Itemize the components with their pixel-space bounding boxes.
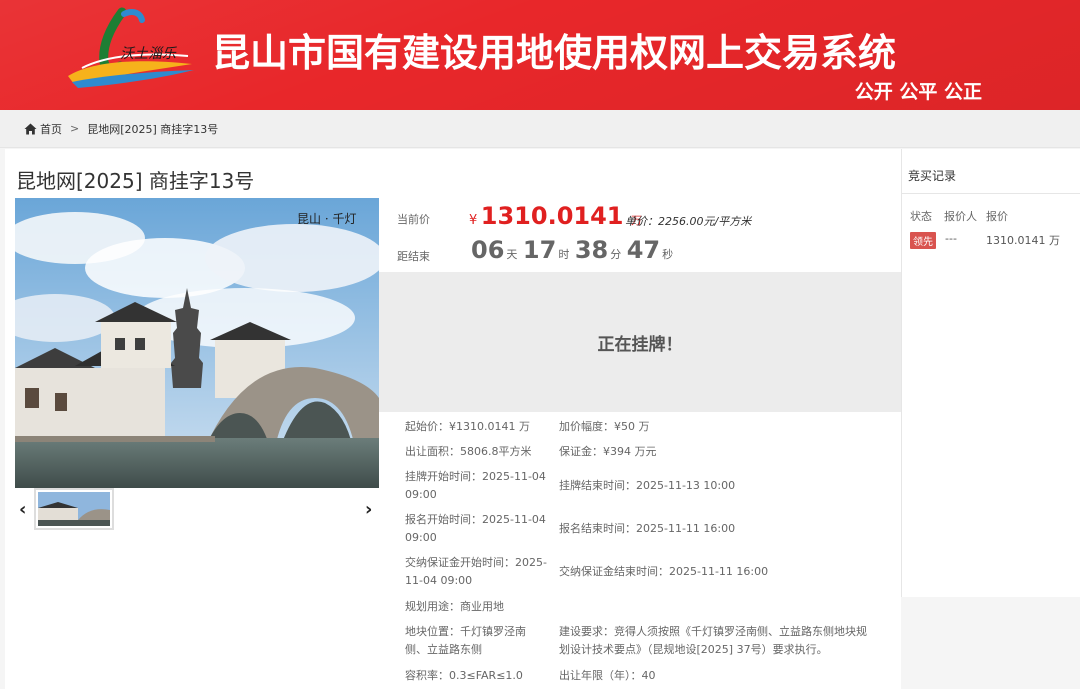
detail-listing-start: 挂牌开始时间：2025-11-04 09:00 (405, 470, 546, 501)
detail-far: 容积率：0.3≤FAR≤1.0 (405, 669, 523, 682)
price-area: 当前价 ¥ 1310.0141 万 单价：2256.00元/平方米 距结束 06… (379, 198, 901, 276)
countdown-days-unit: 天 (506, 248, 518, 261)
current-price-label: 当前价 (397, 213, 430, 226)
detail-term: 出让年限（年）：40 (559, 669, 656, 682)
chevron-right-icon[interactable]: › (365, 499, 372, 520)
bid-record-title: 竞买记录 (908, 169, 957, 183)
countdown-days: 06 (471, 236, 505, 264)
home-icon[interactable] (24, 123, 37, 135)
detail-start-price: 起始价：¥1310.0141 万 (405, 420, 530, 433)
detail-bid-increment: 加价幅度：¥50 万 (559, 420, 650, 433)
listing-status: 正在挂牌！ (597, 334, 683, 355)
detail-signup-start: 报名开始时间：2025-11-04 09:00 (405, 513, 546, 544)
countdown-hours: 17 (522, 236, 557, 264)
countdown-seconds-unit: 秒 (662, 248, 674, 261)
status-badge: 领先 (910, 232, 936, 249)
bid-header-status: 状态 (910, 210, 932, 223)
detail-location: 地块位置：千灯镇罗泾南侧、立益路东侧 (405, 625, 526, 656)
bid-row-bidder: --- (945, 232, 957, 245)
site-slogan: 公开 公平 公正 (854, 81, 982, 103)
countdown-minutes-unit: 分 (610, 248, 622, 261)
unit-price: 单价：2256.00元/平方米 (625, 215, 752, 228)
divider (902, 193, 1080, 194)
bid-header-bidder: 报价人 (944, 210, 977, 223)
gallery-thumbnail[interactable] (34, 488, 114, 530)
logo-text: 沃土淄乐 (120, 46, 177, 62)
currency-symbol: ¥ (469, 213, 478, 228)
detail-deposit-end: 交纳保证金结束时间：2025-11-11 16:00 (559, 565, 769, 578)
page-title: 昆地网[2025] 商挂字13号 (16, 169, 255, 193)
detail-listing-end: 挂牌结束时间：2025-11-13 10:00 (559, 479, 736, 492)
countdown-seconds: 47 (626, 236, 661, 264)
bid-row-price: 1310.0141 万 (986, 234, 1060, 247)
listing-panel: 昆地网[2025] 商挂字13号 昆山 · 千灯 ‹ › 当前价 ¥ 1310.… (5, 149, 901, 689)
breadcrumb-separator: > (70, 122, 80, 135)
detail-signup-end: 报名结束时间：2025-11-11 16:00 (559, 522, 736, 535)
detail-area: 出让面积：5806.8平方米 (405, 445, 532, 458)
site-title: 昆山市国有建设用地使用权网上交易系统 (212, 31, 897, 75)
header-banner: 沃土淄乐 昆山市国有建设用地使用权网上交易系统 公开 公平 公正 (0, 0, 1080, 110)
bid-record-panel: 竞买记录 状态 报价人 报价 领先 --- 1310.0141 万 (901, 149, 1080, 597)
countdown-label: 距结束 (397, 250, 430, 263)
breadcrumb-home-link[interactable]: 首页 (40, 121, 62, 137)
bid-header-price: 报价 (986, 210, 1008, 223)
breadcrumb: 首页 > 昆地网[2025] 商挂字13号 (0, 110, 1080, 148)
detail-deposit-start: 交纳保证金开始时间：2025-11-04 09:00 (405, 556, 547, 587)
current-price-value: 1310.0141 (480, 202, 624, 230)
photo-caption: 昆山 · 千灯 (297, 212, 357, 226)
current-price: ¥ 1310.0141 万 (469, 202, 642, 230)
detail-requirements: 建设要求：竞得人须按照《千灯镇罗泾南侧、立益路东侧地块规划设计技术要点》（昆规地… (559, 625, 867, 656)
thumbnail-image (38, 492, 110, 526)
detail-land-use: 规划用途：商业用地 (405, 600, 504, 613)
chevron-left-icon[interactable]: ‹ (19, 499, 26, 520)
countdown-minutes: 38 (574, 236, 609, 264)
listing-photo[interactable] (15, 198, 379, 488)
listing-status-box: 正在挂牌！ (379, 272, 901, 412)
detail-deposit: 保证金：¥394 万元 (559, 445, 657, 458)
countdown-hours-unit: 时 (558, 248, 570, 261)
countdown: 06 天 17 时 38 分 47 秒 (471, 236, 675, 264)
breadcrumb-current: 昆地网[2025] 商挂字13号 (87, 122, 219, 136)
logo-icon: 沃土淄乐 (68, 7, 194, 88)
